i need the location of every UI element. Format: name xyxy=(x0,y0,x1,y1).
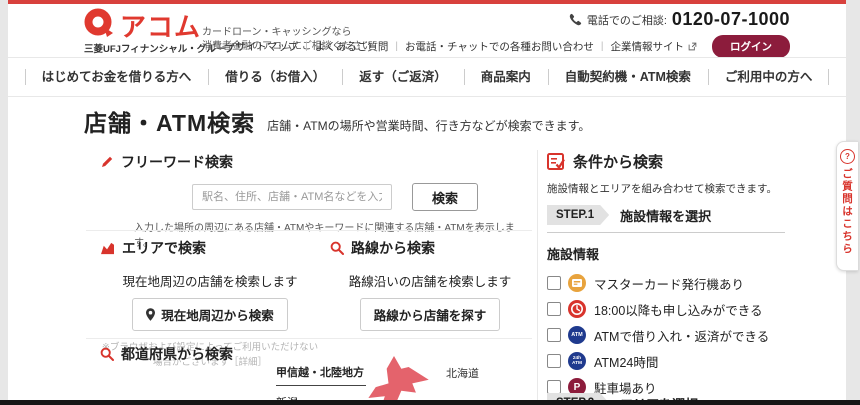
route-search-section: 路線から検索 路線沿いの店舗を検索します 路線から店舗を探す xyxy=(330,238,530,331)
conditions-description: 施設情報とエリアを組み合わせて検索できます。 xyxy=(547,183,777,195)
column-divider xyxy=(537,150,538,400)
page-subtitle: 店舗・ATMの場所や営業時間、行き方などが検索できます。 xyxy=(267,119,591,133)
checkbox[interactable] xyxy=(547,302,561,316)
checkbox[interactable] xyxy=(547,354,561,368)
checkbox[interactable] xyxy=(547,276,561,290)
nav-item[interactable]: 借りる（お借入） xyxy=(208,58,342,96)
phone-icon xyxy=(569,13,582,26)
phone-contact: 電話でのご相談: 0120-07-1000 xyxy=(569,9,790,30)
nav-item[interactable]: 自動契約機・ATM検索 xyxy=(547,58,708,96)
nav-item[interactable]: はじめてお金を借りる方へ xyxy=(24,58,209,96)
page-title-row: 店舗・ATM検索 店舗・ATMの場所や営業時間、行き方などが検索できます。 xyxy=(84,104,590,138)
nav-item[interactable]: 商品案内 xyxy=(463,58,548,96)
header-right: 電話でのご相談: 0120-07-1000 サイトマップ | よくあるご質問 | お電話… xyxy=(235,9,790,58)
facility-checkbox-item[interactable]: 18:00以降も申し込みができる xyxy=(547,296,785,322)
facility-heading: 施設情報 xyxy=(547,247,600,262)
question-side-tab[interactable]: ? ご質問はこちら xyxy=(836,141,858,271)
header-links-list: サイトマップ | よくあるご質問 | お電話・チャットでの各種お問い合わせ | 企業情報サイ… xyxy=(235,39,697,54)
header-link[interactable]: お電話・チャットでの各種お問い合わせ xyxy=(405,39,594,54)
acom-page: アコム 三菱UFJフィナンシャル・グループ カードローン・キャッシングなら 消費… xyxy=(8,0,846,400)
freeword-search-input[interactable] xyxy=(192,184,392,210)
freeword-input-row: 検索 xyxy=(192,183,530,211)
facility-label: ATMで借り入れ・返済ができる xyxy=(594,329,770,344)
nav-item[interactable]: 返す（ご返済） xyxy=(342,58,464,96)
phone-number[interactable]: 0120-07-1000 xyxy=(672,9,790,30)
facility-label: ATM24時間 xyxy=(594,355,659,370)
facility-checkbox-list: マスターカード発行機あり 18:00以降も申し込みができる ATM ATMで借り入れ・… xyxy=(547,270,785,400)
prefecture-search-section: 都道府県から検索 xyxy=(100,344,233,364)
header-link[interactable]: 企業情報サイト xyxy=(611,39,685,54)
facility-checkbox-item[interactable]: マスターカード発行機あり xyxy=(547,270,785,296)
pencil-icon xyxy=(100,155,114,169)
facility-label: マスターカード発行機あり xyxy=(594,277,745,292)
conditions-title-row: 条件から検索 xyxy=(547,151,785,172)
divider xyxy=(86,230,532,231)
atm-icon: ATM xyxy=(568,326,586,344)
link-separator: | xyxy=(305,41,308,52)
nav-item[interactable]: ご利用中の方へ xyxy=(707,58,830,96)
freeword-search-button[interactable]: 検索 xyxy=(412,183,478,211)
location-pin-icon xyxy=(146,308,156,321)
conditions-title: 条件から検索 xyxy=(573,154,664,171)
prefecture-title: 都道府県から検索 xyxy=(121,346,233,362)
checklist-icon xyxy=(547,152,565,171)
search-magnifier-icon xyxy=(330,241,344,255)
route-description: 路線沿いの店舗を検索します xyxy=(348,275,512,289)
freeword-title-row: フリーワード検索 xyxy=(100,152,530,172)
step2-chip: STEP.2 xyxy=(547,393,609,400)
bottom-window-bar xyxy=(0,400,860,405)
facility-checkbox-item[interactable]: ATM ATMで借り入れ・返済ができる xyxy=(547,322,785,348)
login-button[interactable]: ログイン xyxy=(712,35,790,58)
atm-24h-icon: 24h ATM xyxy=(568,352,586,370)
checkbox[interactable] xyxy=(547,328,561,342)
hokkaido-map-shape[interactable] xyxy=(348,356,440,400)
acom-logo-icon[interactable] xyxy=(84,8,114,38)
conditions-search-section: 条件から検索 施設情報とエリアを組み合わせて検索できます。 STEP.1 施設情… xyxy=(547,151,785,400)
header-links-row: サイトマップ | よくあるご質問 | お電話・チャットでの各種お問い合わせ | 企業情報サイ… xyxy=(235,35,790,58)
question-icon: ? xyxy=(840,149,855,164)
step2-row: STEP.2 エリアを選択 xyxy=(547,393,785,400)
freeword-search-section: フリーワード検索 検索 入力した場所の周辺にある店舗・ATMやキーワードに関連す… xyxy=(100,152,530,249)
top-accent-bar xyxy=(8,0,846,4)
header-link[interactable]: サイトマップ xyxy=(235,39,298,54)
facility-label: 18:00以降も申し込みができる xyxy=(594,303,763,318)
search-magnifier-icon xyxy=(100,347,114,361)
checkbox[interactable] xyxy=(547,380,561,394)
area-title-row: エリアで検索 xyxy=(100,238,320,258)
card-issuer-icon xyxy=(568,274,586,292)
prefecture-title-row: 都道府県から検索 xyxy=(100,344,233,364)
step1-label: 施設情報を選択 xyxy=(620,208,712,224)
step1-chip: STEP.1 xyxy=(547,205,609,225)
header-link[interactable]: よくあるご質問 xyxy=(315,39,389,54)
hokkaido-map-label[interactable]: 北海道 xyxy=(446,365,479,381)
brand-logo-text[interactable]: アコム xyxy=(120,7,201,44)
freeword-title: フリーワード検索 xyxy=(121,154,233,170)
area-description: 現在地周辺の店舗を検索します xyxy=(122,275,298,289)
phone-label: 電話でのご相談: xyxy=(586,14,667,27)
page-title: 店舗・ATM検索 xyxy=(84,110,256,136)
link-separator: | xyxy=(600,41,604,52)
route-title: 路線から検索 xyxy=(351,240,435,256)
link-separator: | xyxy=(395,41,398,52)
route-search-button[interactable]: 路線から店舗を探す xyxy=(359,298,501,331)
step1-row: STEP.1 施設情報を選択 xyxy=(547,205,785,233)
divider xyxy=(86,338,532,339)
route-title-row: 路線から検索 xyxy=(330,238,530,258)
facility-checkbox-item[interactable]: 24h ATM ATM24時間 xyxy=(547,348,785,374)
browser-viewport: アコム 三菱UFJフィナンシャル・グループ カードローン・キャッシングなら 消費… xyxy=(0,0,860,405)
external-link-icon xyxy=(688,42,697,51)
area-title: エリアで検索 xyxy=(122,240,206,256)
current-location-button-label: 現在地周辺から検索 xyxy=(161,309,274,323)
current-location-search-button[interactable]: 現在地周辺から検索 xyxy=(132,298,288,331)
main-navigation: はじめてお金を借りる方へ 借りる（お借入） 返す（ご返済） 商品案内 自動契約機・ATM… xyxy=(8,57,846,97)
question-tab-label: ご質問はこちら xyxy=(841,168,853,256)
area-map-icon xyxy=(100,242,115,255)
clock-icon xyxy=(568,300,586,318)
